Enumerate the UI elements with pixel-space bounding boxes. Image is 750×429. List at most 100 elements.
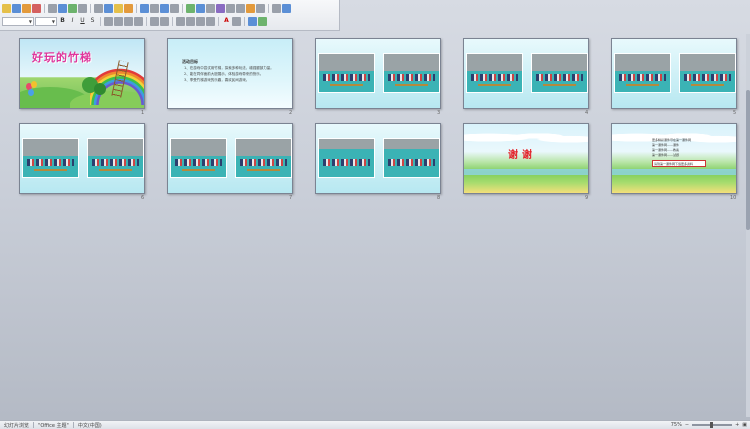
font-color-dropdown-icon[interactable] [232,16,241,26]
photo-image [170,138,227,178]
increase-font-icon[interactable] [176,16,185,26]
insert-chart-icon[interactable] [186,3,195,13]
scrollbar-thumb[interactable] [746,90,750,230]
end-text-box: 请到第一课件网下载更多资料 [652,160,706,167]
toolbar-separator [90,3,91,13]
slide-heading: 活动目标 [182,59,198,64]
font-size-dropdown[interactable]: ▼ [35,16,57,26]
photo-image [87,138,144,178]
format-painter-icon[interactable] [124,3,133,13]
bold-button[interactable]: B [58,17,67,26]
slide-number: 10 [730,195,737,201]
distributed-icon[interactable] [134,16,143,26]
slide-thumbnail-2[interactable]: 活动目标 1、在游戏中尝试用竹梯，探索多种玩法，增强腿部力量。 2、能在同伴面前… [167,38,293,109]
spelling-icon[interactable] [68,3,77,13]
color-grayscale-icon[interactable] [256,3,265,13]
expand-all-icon[interactable] [226,3,235,13]
align-center-icon[interactable] [114,16,123,26]
slide-text-line: 3、享受竹梯游戏的乐趣，喜欢民间游戏。 [184,78,250,82]
insert-table-icon[interactable] [196,3,205,13]
tables-borders-icon[interactable] [206,3,215,13]
email-icon[interactable] [32,3,41,13]
research-icon[interactable] [78,3,87,13]
toolbar-separator [100,16,101,26]
align-left-icon[interactable] [104,16,113,26]
save-icon[interactable] [12,3,21,13]
design-icon[interactable] [248,16,257,26]
chevron-down-icon: ▼ [51,18,55,24]
zoom-slider[interactable] [692,422,733,428]
photo-image [383,138,440,178]
slide-thumbnail-9[interactable]: 谢谢 [463,123,589,194]
increase-indent-icon[interactable] [206,16,215,26]
slide-text-line: 2、能在同伴面前大胆展示，体验游戏带来的快乐。 [184,72,264,76]
numbering-icon[interactable] [150,16,159,26]
slide-thumbnail-8[interactable] [315,123,441,194]
view-indicator: 幻灯片浏览 [4,422,30,429]
decrease-font-icon[interactable] [186,16,195,26]
font-name-dropdown[interactable]: ▼ [2,16,34,26]
undo-icon[interactable] [140,3,149,13]
end-text-block: 更多精彩课件尽在第一课件网 第一课件网——课件 第一课件网——教案 第一课件网—… [652,138,691,158]
photo-image [235,138,292,178]
chevron-down-icon: ▼ [28,18,32,24]
paste-icon[interactable] [114,3,123,13]
slide-thumbnail-4[interactable] [463,38,589,109]
underline-button[interactable]: U [78,17,87,26]
font-color-button[interactable]: A [222,17,231,26]
permission-icon[interactable] [22,3,31,13]
slide-sorter-pane: 好玩的竹梯 1 活动目标 1、在游戏中尝试用竹梯，探索多种玩法，增强腿部力量。 … [0,31,750,420]
slide-number: 4 [585,110,589,116]
print-icon[interactable] [48,3,57,13]
fit-window-icon[interactable]: ▣ [742,422,747,428]
toolbar-separator [268,3,269,13]
shadow-button[interactable]: S [88,17,97,26]
italic-button[interactable]: I [68,17,77,26]
slide-number: 9 [585,195,589,201]
toolbar-separator [146,16,147,26]
toolbar-row-standard [0,2,291,14]
photo-image [466,53,523,93]
balloon-graphic [28,89,34,96]
print-preview-icon[interactable] [58,3,67,13]
clouds-graphic [464,128,588,144]
slide-thumbnail-10[interactable]: 更多精彩课件尽在第一课件网 第一课件网——课件 第一课件网——教案 第一课件网—… [611,123,737,194]
help-icon[interactable] [282,3,291,13]
new-slide-icon[interactable] [258,16,267,26]
toolbar-separator [244,16,245,26]
end-text-line: 第一课件网——试题 [652,153,680,157]
zoom-slider-knob[interactable] [710,422,714,428]
tree-graphic [94,83,106,95]
align-right-icon[interactable] [124,16,133,26]
insert-hyperlink-icon[interactable] [216,3,225,13]
language-indicator[interactable]: 中文(中国) [74,422,106,429]
photo-image [531,53,588,93]
slide-thumbnail-1[interactable]: 好玩的竹梯 [19,38,145,109]
zoom-icon[interactable] [272,3,281,13]
bullets-icon[interactable] [160,16,169,26]
toolbar-separator [136,3,137,13]
slide-thumbnail-5[interactable] [611,38,737,109]
slide-number: 8 [437,195,441,201]
zoom-level[interactable]: 75% [671,422,682,428]
lake-graphic [612,169,736,175]
status-bar: 幻灯片浏览 "Office 主题" 中文(中国) 75% − + ▣ [0,420,750,429]
redo-icon[interactable] [160,3,169,13]
slide-thumbnail-6[interactable] [19,123,145,194]
slide-thumbnail-3[interactable] [315,38,441,109]
zoom-out-icon[interactable]: − [685,422,689,428]
slide-thumbnail-7[interactable] [167,123,293,194]
zoom-in-icon[interactable]: + [735,422,739,428]
slide-text-line: 1、在游戏中尝试用竹梯，探索多种玩法，增强腿部力量。 [184,66,274,70]
show-formatting-icon[interactable] [236,3,245,13]
cut-icon[interactable] [94,3,103,13]
open-icon[interactable] [2,3,11,13]
toolbar-row-formatting: ▼ ▼ B I U S A [0,15,267,27]
photo-image [679,53,736,93]
vertical-scrollbar[interactable] [746,34,750,417]
decrease-indent-icon[interactable] [196,16,205,26]
copy-icon[interactable] [104,3,113,13]
undo-dropdown-icon[interactable] [150,3,159,13]
grid-icon[interactable] [246,3,255,13]
redo-dropdown-icon[interactable] [170,3,179,13]
